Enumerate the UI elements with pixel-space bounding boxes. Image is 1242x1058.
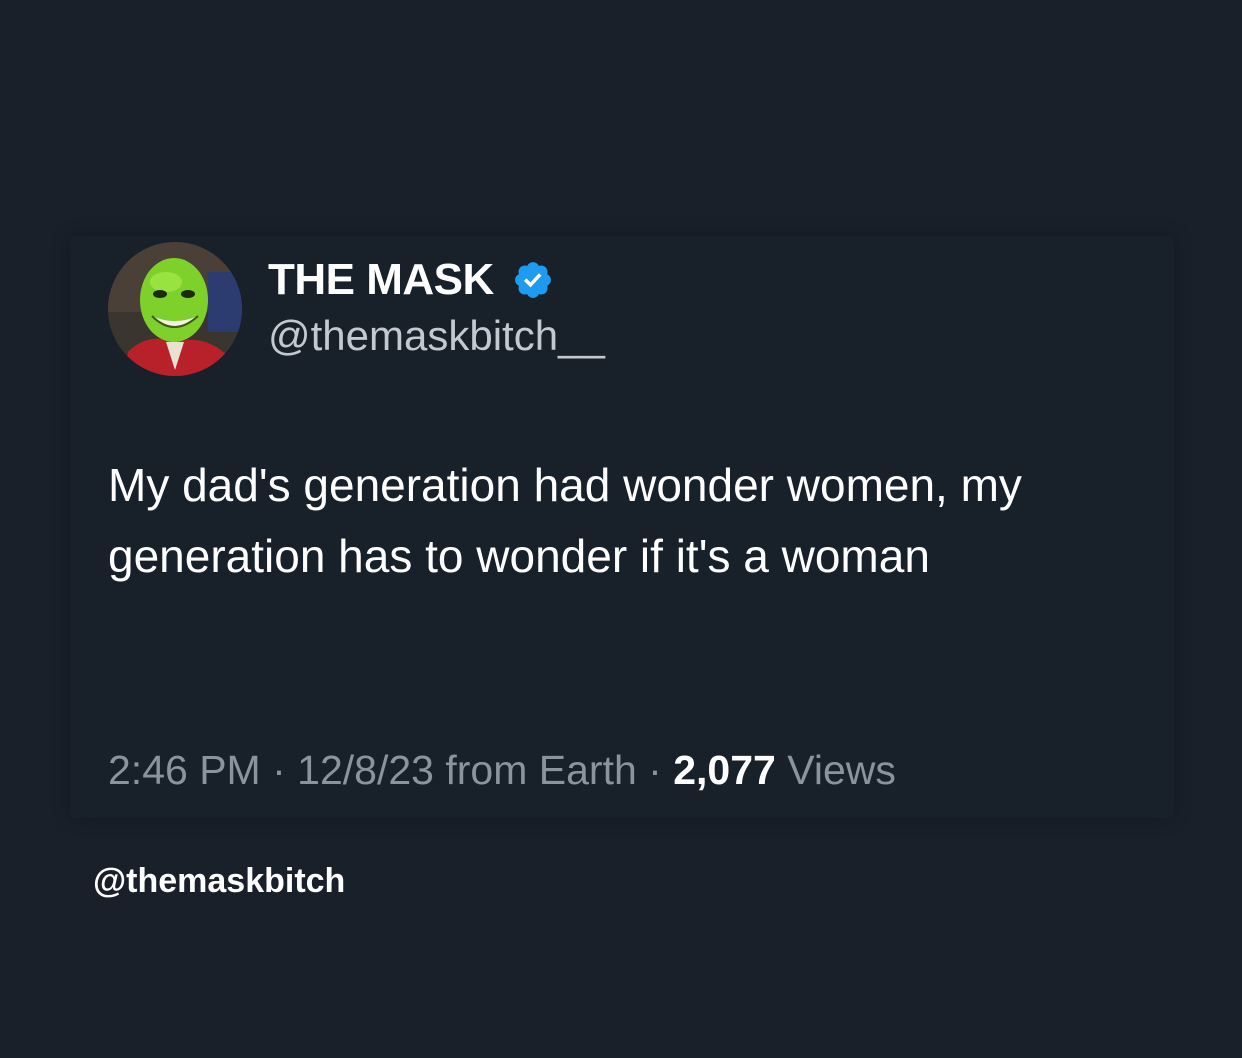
verified-badge-icon	[515, 262, 551, 298]
author-handle[interactable]: @themaskbitch__	[268, 310, 605, 362]
meta-separator: ·	[272, 747, 286, 793]
tweet-date[interactable]: 12/8/23	[297, 747, 434, 793]
tweet-time[interactable]: 2:46 PM	[108, 747, 261, 793]
views-count[interactable]: 2,077	[673, 747, 776, 793]
avatar[interactable]	[108, 242, 242, 376]
tweet-meta: 2:46 PM · 12/8/23 from Earth · 2,077 Vie…	[108, 744, 896, 796]
tweet-text: My dad's generation had wonder women, my…	[108, 459, 1022, 582]
tweet-source: from Earth	[445, 747, 637, 793]
watermark: @themaskbitch	[93, 862, 346, 900]
meta-separator: ·	[648, 747, 662, 793]
display-name[interactable]: THE MASK	[268, 254, 494, 306]
views-label: Views	[787, 747, 896, 793]
mask-face-icon	[108, 242, 242, 376]
